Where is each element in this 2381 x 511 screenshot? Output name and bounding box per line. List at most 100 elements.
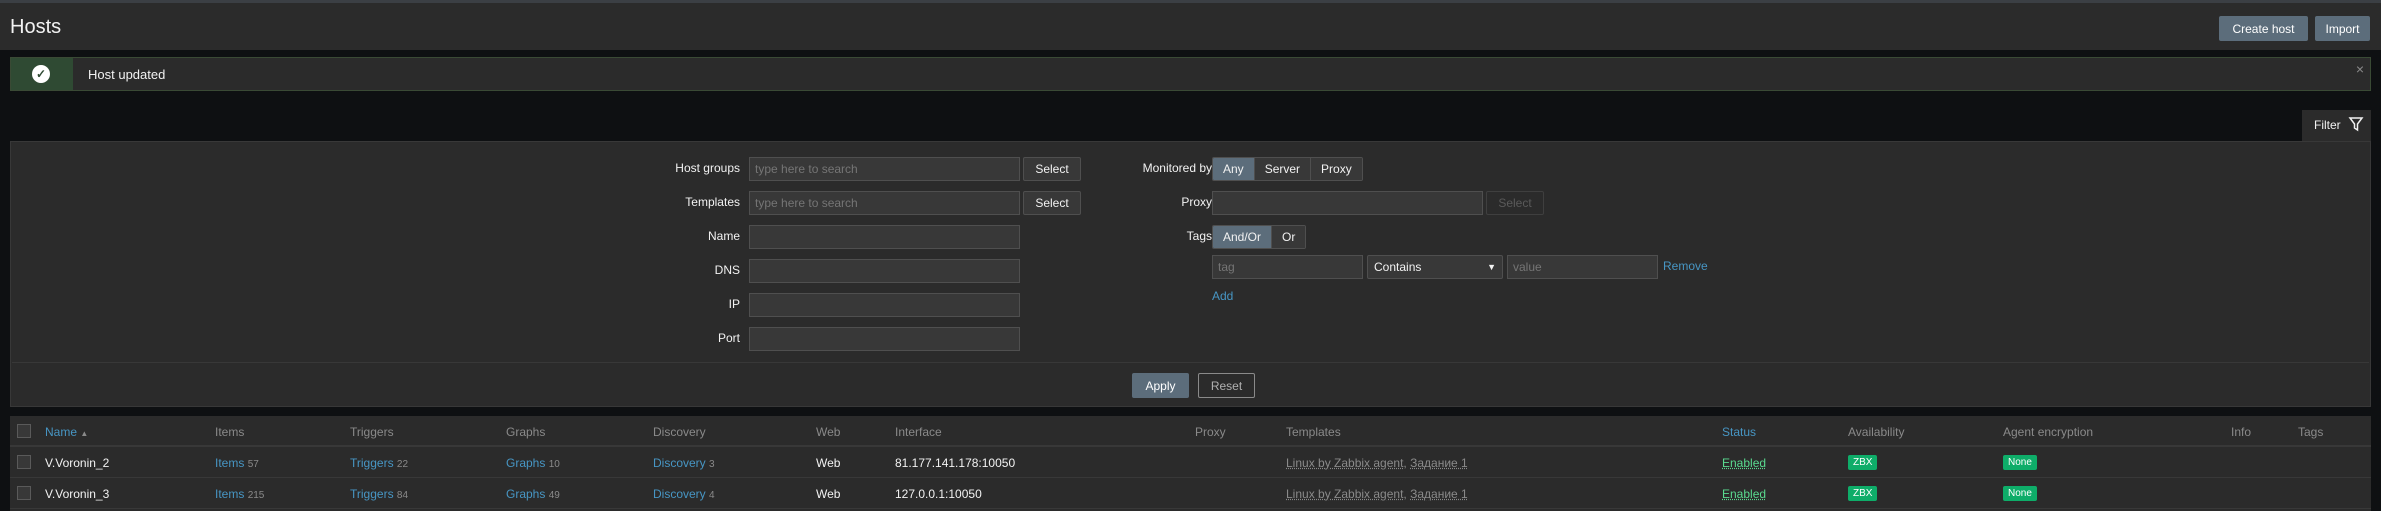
remove-tag-link[interactable]: Remove [1663, 259, 1708, 273]
proxy-input[interactable] [1212, 191, 1483, 215]
encryption-badge: None [2003, 486, 2037, 501]
web-link[interactable]: Web [816, 487, 840, 501]
items-cell: Items 215 [215, 487, 264, 501]
chevron-down-icon: ▼ [1487, 262, 1496, 272]
host-groups-label: Host groups [675, 161, 740, 175]
graphs-count: 10 [548, 459, 560, 470]
items-link[interactable]: Items [215, 487, 244, 501]
row-checkbox[interactable] [17, 455, 31, 469]
monitored-by-proxy[interactable]: Proxy [1311, 158, 1362, 180]
hosts-table: Name ▲ Items Triggers Graphs Discovery W… [10, 416, 2371, 511]
templates-input[interactable] [749, 191, 1020, 215]
page-title: Hosts [10, 16, 62, 38]
discovery-count: 3 [709, 459, 715, 470]
triggers-count: 22 [396, 459, 409, 470]
graphs-link[interactable]: Graphs [506, 456, 545, 470]
triggers-cell: Triggers 84 [350, 487, 408, 501]
message-text: Host updated [88, 67, 166, 82]
discovery-link[interactable]: Discovery [653, 456, 706, 470]
monitored-by-any[interactable]: Any [1213, 158, 1255, 180]
graphs-count: 49 [548, 490, 560, 501]
port-label: Port [717, 331, 740, 345]
host-name-link[interactable]: V.Voronin_3 [45, 487, 109, 501]
column-interface: Interface [895, 425, 942, 439]
template-link[interactable]: Задание 1 [1410, 487, 1468, 501]
filter-tab-label: Filter [2314, 118, 2341, 132]
port-field[interactable] [749, 327, 1020, 351]
close-icon[interactable]: × [2356, 61, 2364, 77]
name-field[interactable] [749, 225, 1020, 249]
tags-and-or[interactable]: And/Or [1213, 226, 1273, 248]
host-groups-select-button[interactable]: Select [1023, 157, 1081, 181]
column-name-label: Name [45, 425, 78, 439]
checkmark-icon: ✓ [32, 65, 50, 83]
column-info: Info [2231, 425, 2252, 439]
template-link[interactable]: Задание 1 [1410, 456, 1468, 470]
triggers-cell: Triggers 22 [350, 456, 408, 470]
apply-button[interactable]: Apply [1132, 373, 1189, 398]
success-message: ✓ Host updated × [10, 57, 2371, 91]
template-link[interactable]: Linux by Zabbix agent [1286, 456, 1403, 470]
monitored-by-server[interactable]: Server [1254, 158, 1312, 180]
host-groups-input[interactable] [749, 157, 1020, 181]
templates-label: Templates [685, 195, 740, 209]
tags-eval-segmented: And/Or Or [1212, 225, 1307, 249]
import-button[interactable]: Import [2315, 16, 2370, 41]
status-toggle[interactable]: Enabled [1722, 487, 1766, 501]
triggers-count: 84 [396, 490, 409, 501]
dns-field[interactable] [749, 259, 1020, 283]
templates-select-button[interactable]: Select [1023, 191, 1081, 215]
items-count: 215 [247, 490, 265, 501]
proxy-label: Proxy [1181, 195, 1212, 209]
name-label: Name [707, 229, 740, 243]
tag-value-input[interactable] [1507, 255, 1658, 279]
filter-tab[interactable]: Filter [2302, 110, 2371, 141]
page-header: Hosts Create host Import [0, 3, 2381, 50]
filter-divider [12, 362, 2369, 363]
proxy-select-button[interactable]: Select [1486, 191, 1544, 215]
tags-label: Tags [1186, 229, 1212, 243]
row-checkbox[interactable] [17, 486, 31, 500]
column-name[interactable]: Name ▲ [45, 425, 88, 439]
add-tag-link[interactable]: Add [1212, 289, 1233, 303]
templates-cell: Linux by Zabbix agent, Задание 1 [1286, 456, 1468, 470]
templates-cell: Linux by Zabbix agent, Задание 1 [1286, 487, 1468, 501]
triggers-link[interactable]: Triggers [350, 487, 394, 501]
host-name-link[interactable]: V.Voronin_2 [45, 456, 109, 470]
create-host-button[interactable]: Create host [2219, 16, 2308, 41]
column-status[interactable]: Status [1722, 425, 1756, 439]
triggers-link[interactable]: Triggers [350, 456, 394, 470]
tag-name-input[interactable] [1212, 255, 1363, 279]
dns-label: DNS [714, 263, 740, 277]
column-tags: Tags [2298, 425, 2324, 439]
ip-field[interactable] [749, 293, 1020, 317]
column-templates: Templates [1286, 425, 1341, 439]
tag-operator-select[interactable]: Contains ▼ [1367, 255, 1503, 279]
column-discovery: Discovery [653, 425, 706, 439]
items-count: 57 [247, 459, 259, 470]
reset-button[interactable]: Reset [1198, 373, 1255, 398]
tags-or[interactable]: Or [1272, 226, 1306, 248]
funnel-icon [2348, 117, 2364, 132]
sort-asc-icon: ▲ [80, 429, 89, 438]
table-row: V.Voronin_2 Items 57 Triggers 22 Graphs … [10, 447, 2371, 478]
column-proxy: Proxy [1195, 425, 1226, 439]
monitored-by-label: Monitored by [1142, 161, 1212, 175]
graphs-link[interactable]: Graphs [506, 487, 545, 501]
discovery-cell: Discovery 3 [653, 456, 715, 470]
discovery-count: 4 [709, 490, 715, 501]
interface-value: 127.0.0.1:10050 [895, 487, 982, 501]
interface-value: 81.177.141.178:10050 [895, 456, 1016, 470]
status-toggle[interactable]: Enabled [1722, 456, 1766, 470]
web-link[interactable]: Web [816, 456, 840, 470]
column-web: Web [816, 425, 841, 439]
graphs-cell: Graphs 10 [506, 456, 560, 470]
select-all-checkbox[interactable] [17, 424, 31, 438]
graphs-cell: Graphs 49 [506, 487, 560, 501]
discovery-cell: Discovery 4 [653, 487, 715, 501]
items-link[interactable]: Items [215, 456, 244, 470]
template-link[interactable]: Linux by Zabbix agent [1286, 487, 1403, 501]
column-availability: Availability [1848, 425, 1905, 439]
discovery-link[interactable]: Discovery [653, 487, 706, 501]
column-graphs: Graphs [506, 425, 546, 439]
